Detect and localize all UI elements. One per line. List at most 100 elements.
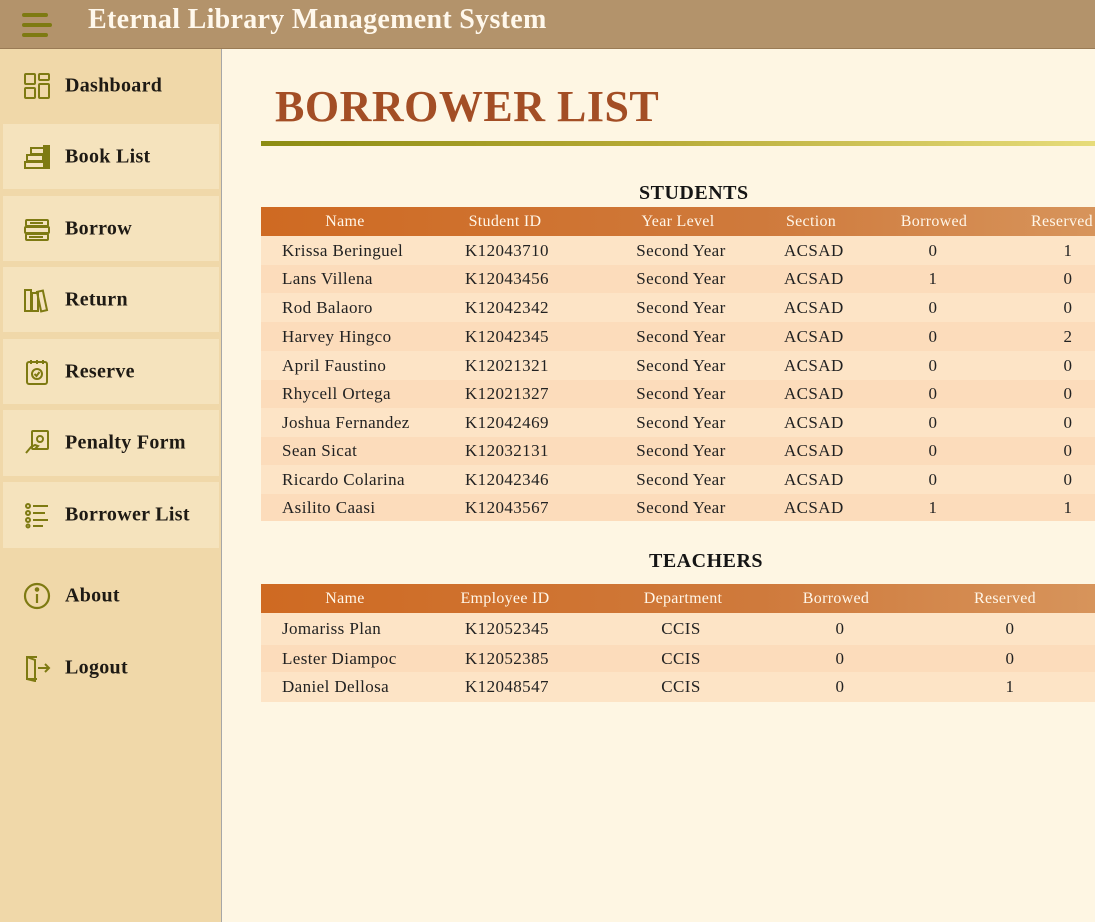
cell-department: CCIS <box>661 677 701 696</box>
sidebar-item-label: Borrow <box>65 217 132 239</box>
column-header-borrowed: Borrowed <box>802 590 870 607</box>
cell-reserved: 0 <box>1063 441 1073 460</box>
cell-section: ACSAD <box>784 441 844 460</box>
book-borrow-icon <box>24 218 50 241</box>
sidebar-item-label: Borrower List <box>65 503 190 526</box>
cell-section: ACSAD <box>784 413 844 432</box>
column-header-year-level: Year Level <box>641 213 715 230</box>
students-table-header: Name Student ID Year Level Section Borrowed R… <box>261 207 1095 236</box>
cell-year-level: Second Year <box>636 498 726 517</box>
table-row[interactable]: Joshua Fernandez K12042469 Second Year ACSA… <box>261 408 1095 437</box>
cell-borrowed: 0 <box>928 327 938 346</box>
cell-year-level: Second Year <box>636 241 726 260</box>
cell-borrowed: 0 <box>928 413 938 432</box>
table-row[interactable]: Lester Diampoc K12052385 CCIS 0 0 <box>261 645 1095 672</box>
teachers-heading: TEACHERS <box>649 550 764 572</box>
cell-reserved: 0 <box>1063 356 1073 375</box>
cell-student-id: K12042345 <box>465 327 549 346</box>
sidebar-item-label: Dashboard <box>65 74 163 97</box>
column-header-section: Section <box>785 213 837 230</box>
cell-department: CCIS <box>661 649 701 668</box>
reserve-notepad-icon <box>26 359 48 385</box>
cell-name: Asilito Caasi <box>282 498 376 517</box>
table-row[interactable]: Daniel Dellosa K12048547 CCIS 0 1 <box>261 672 1095 702</box>
sidebar-item-borrower-list[interactable]: Borrower List <box>3 482 219 548</box>
cell-reserved: 0 <box>1063 413 1073 432</box>
books-return-icon <box>24 288 49 313</box>
cell-reserved: 2 <box>1063 327 1073 346</box>
sidebar-item-label: Book List <box>65 145 151 167</box>
table-row[interactable]: Rhycell Ortega K12021327 Second Year ACSAD 0… <box>261 380 1095 408</box>
sidebar-item-label: Logout <box>65 656 128 679</box>
table-row[interactable]: Sean Sicat K12032131 Second Year ACSAD 0 0 <box>261 437 1095 465</box>
cell-borrowed: 0 <box>835 649 845 668</box>
sidebar-item-book-list[interactable]: Book List <box>3 124 219 189</box>
cell-employee-id: K12052385 <box>465 649 549 668</box>
title-underline <box>261 141 1095 146</box>
cell-name: April Faustino <box>282 356 387 375</box>
cell-borrowed: 0 <box>928 470 938 489</box>
cell-year-level: Second Year <box>636 384 726 403</box>
cell-name: Daniel Dellosa <box>282 677 390 696</box>
cell-name: Ricardo Colarina <box>282 470 406 489</box>
cell-student-id: K12021321 <box>465 356 549 375</box>
sidebar-item-label: About <box>65 584 120 607</box>
app-title: Eternal Library Management System <box>88 4 547 35</box>
cell-section: ACSAD <box>784 470 844 489</box>
table-row[interactable]: April Faustino K12021321 Second Year ACSAD 0… <box>261 351 1095 380</box>
column-header-reserved: Reserved <box>1031 213 1093 230</box>
cell-reserved: 0 <box>1005 649 1015 668</box>
cell-borrowed: 0 <box>928 441 938 460</box>
cell-reserved: 0 <box>1063 384 1073 403</box>
cell-reserved: 1 <box>1063 498 1073 517</box>
hamburger-menu-icon[interactable] <box>22 12 52 40</box>
cell-year-level: Second Year <box>636 327 726 346</box>
sidebar-item-borrow[interactable]: Borrow <box>3 196 219 261</box>
sidebar-item-dashboard[interactable]: Dashboard <box>3 53 219 119</box>
sidebar-item-logout[interactable]: Logout <box>3 636 219 700</box>
cell-year-level: Second Year <box>636 298 726 317</box>
cell-name: Joshua Fernandez <box>282 413 410 432</box>
cell-student-id: K12042346 <box>465 470 549 489</box>
table-row[interactable]: Krissa Beringuel K12043710 Second Year ACSA… <box>261 236 1095 265</box>
sidebar-item-label: Reserve <box>65 360 135 382</box>
cell-name: Lans Villena <box>282 269 373 288</box>
table-row[interactable]: Ricardo Colarina K12042346 Second Year ACSA… <box>261 465 1095 494</box>
table-row[interactable]: Harvey Hingco K12042345 Second Year ACSAD 0 2 <box>261 322 1095 351</box>
cell-borrowed: 1 <box>928 498 938 517</box>
sidebar-item-return[interactable]: Return <box>3 267 219 332</box>
cell-reserved: 0 <box>1063 470 1073 489</box>
students-table: Name Student ID Year Level Section Borrowed R… <box>261 207 1095 521</box>
cell-section: ACSAD <box>784 327 844 346</box>
teachers-table: Name Employee ID Department Borrowed Reserve… <box>261 584 1095 702</box>
sidebar-item-penalty-form[interactable]: Penalty Form <box>3 410 219 476</box>
info-icon <box>23 582 51 610</box>
sidebar-item-about[interactable]: About <box>3 564 219 628</box>
cell-employee-id: K12052345 <box>465 619 549 638</box>
table-row[interactable]: Lans Villena K12043456 Second Year ACSAD 1 0 <box>261 265 1095 293</box>
logout-icon <box>26 656 51 682</box>
students-heading: STUDENTS <box>639 182 749 204</box>
cell-section: ACSAD <box>784 498 844 517</box>
column-header-name: Name <box>325 213 365 230</box>
page-title: BORROWER LIST <box>275 82 660 131</box>
column-header-name: Name <box>325 590 365 607</box>
cell-name: Rhycell Ortega <box>282 384 391 403</box>
cell-student-id: K12042469 <box>465 413 549 432</box>
table-row[interactable]: Asilito Caasi K12043567 Second Year ACSAD 1 1 <box>261 494 1095 521</box>
cell-reserved: 0 <box>1005 619 1015 638</box>
table-row[interactable]: Rod Balaoro K12042342 Second Year ACSAD 0 0 <box>261 293 1095 322</box>
sidebar-item-reserve[interactable]: Reserve <box>3 339 219 404</box>
cell-name: Rod Balaoro <box>282 298 373 317</box>
cell-borrowed: 0 <box>928 298 938 317</box>
cell-student-id: K12043456 <box>465 269 549 288</box>
cell-name: Krissa Beringuel <box>282 241 404 260</box>
cell-section: ACSAD <box>784 298 844 317</box>
cell-reserved: 1 <box>1005 677 1015 696</box>
column-header-department: Department <box>643 590 723 607</box>
cell-borrowed: 0 <box>928 241 938 260</box>
teachers-table-body: Jomariss Plan K12052345 CCIS 0 0 Lester Diamp… <box>261 613 1095 702</box>
cell-borrowed: 0 <box>928 384 938 403</box>
table-row[interactable]: Jomariss Plan K12052345 CCIS 0 0 <box>261 613 1095 645</box>
penalty-hand-icon <box>25 430 49 454</box>
